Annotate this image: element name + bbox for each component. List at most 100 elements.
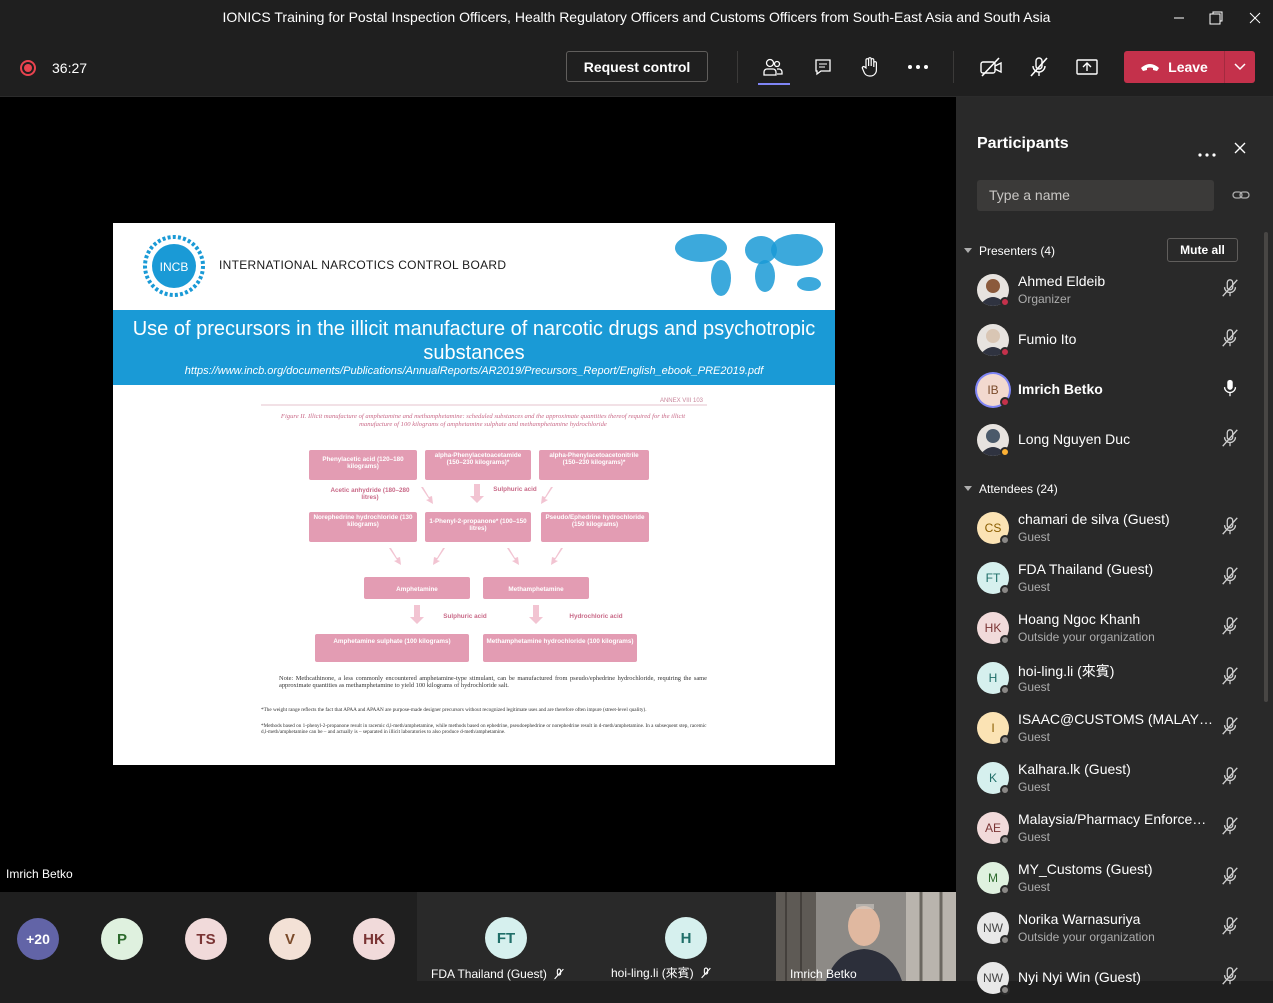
box-6-text: Pseudo/Ephedrine hydrochloride (150 kilo… <box>545 514 645 528</box>
box-3-text: alpha-Phenylacetoacetonitrile (150–230 k… <box>549 452 639 466</box>
presence-status-icon <box>1000 535 1010 545</box>
mic-muted-icon[interactable] <box>1220 966 1240 986</box>
mic-off-icon[interactable] <box>1024 53 1054 81</box>
box-2-text: alpha-Phenylacetoacetamide (150–230 kilo… <box>434 452 522 466</box>
presentation-slide: INCB INTERNATIONAL NARCOTICS CONTROL BOA… <box>113 223 835 765</box>
collapse-icon <box>964 486 972 491</box>
shared-screen-stage: INCB INTERNATIONAL NARCOTICS CONTROL BOA… <box>0 97 956 892</box>
incb-logo: INCB <box>143 235 205 297</box>
mute-all-button[interactable]: Mute all <box>1167 238 1238 262</box>
participant-name: Hoang Ngoc Khanh <box>1018 611 1141 627</box>
mic-muted-icon[interactable] <box>1220 766 1240 786</box>
maximize-icon[interactable] <box>1196 0 1236 36</box>
participant-name: Fumio Ito <box>1018 331 1077 347</box>
speaker-video-tile[interactable]: Imrich Betko <box>776 892 956 981</box>
participant-name: MY_Customs (Guest) <box>1018 861 1153 877</box>
mic-muted-icon[interactable] <box>1220 278 1240 298</box>
raise-hand-icon[interactable] <box>855 53 885 81</box>
footnote-2: *Methods based on 1-phenyl-2-propanone r… <box>261 723 707 735</box>
participant-name: Long Nguyen Duc <box>1018 431 1131 447</box>
box-5-text: 1-Phenyl-2-propanone* (100–150 litres) <box>429 518 527 532</box>
mic-muted-icon[interactable] <box>1220 866 1240 886</box>
attendee-row[interactable]: K Kalhara.lk (Guest) Guest <box>956 757 1256 803</box>
presenter-row[interactable]: IB Imrich Betko <box>956 369 1256 415</box>
participant-name: FDA Thailand (Guest) <box>1018 561 1154 577</box>
presence-status-icon <box>1000 447 1010 457</box>
leave-button[interactable]: Leave <box>1124 51 1255 83</box>
more-options-icon[interactable] <box>1198 144 1216 162</box>
participant-role: Guest <box>1018 530 1051 544</box>
world-map-graphic <box>675 234 823 296</box>
overflow-participants-button[interactable]: +20 <box>17 918 59 960</box>
attendee-row[interactable]: AE Malaysia/Pharmacy Enforcem... Guest <box>956 807 1256 853</box>
presenter-row[interactable]: Fumio Ito <box>956 319 1256 365</box>
attendee-row[interactable]: FT FDA Thailand (Guest) Guest <box>956 557 1256 603</box>
mic-muted-icon[interactable] <box>1220 616 1240 636</box>
mic-muted-icon[interactable] <box>1220 716 1240 736</box>
leave-dropdown-icon[interactable] <box>1224 51 1255 83</box>
mic-on-icon[interactable] <box>1220 378 1240 398</box>
meeting-timer: 36:27 <box>52 60 88 76</box>
share-link-icon[interactable] <box>1232 188 1250 207</box>
attendee-row[interactable]: CS chamari de silva (Guest) Guest <box>956 507 1256 553</box>
participant-search-input[interactable]: Type a name <box>977 180 1214 211</box>
participant-avatar[interactable]: P <box>101 918 143 960</box>
share-screen-icon[interactable] <box>1072 53 1102 81</box>
mic-muted-icon[interactable] <box>1220 428 1240 448</box>
box-10-text: Methamphetamine hydrochloride (100 kilog… <box>486 638 634 645</box>
mic-muted-icon[interactable] <box>1220 328 1240 348</box>
participant-name: Nyi Nyi Win (Guest) <box>1018 969 1141 985</box>
annex-text: ANNEX VIII 103 <box>660 398 704 404</box>
attendee-row[interactable]: M MY_Customs (Guest) Guest <box>956 857 1256 903</box>
attendee-row[interactable]: I ISAAC@CUSTOMS (MALAYSI... Guest <box>956 707 1256 753</box>
minimize-icon[interactable] <box>1159 0 1199 36</box>
attendee-row[interactable]: NW Norika Warnasuriya Outside your organiz… <box>956 907 1256 953</box>
request-control-button[interactable]: Request control <box>566 51 708 82</box>
presence-status-icon <box>1000 685 1010 695</box>
participant-avatar[interactable]: V <box>269 918 311 960</box>
camera-off-icon[interactable] <box>976 53 1006 81</box>
participants-panel: Participants Type a name Presenters (4) … <box>956 97 1273 995</box>
figure-caption: Figure II. Illicit manufacture of amphet… <box>280 413 686 428</box>
mic-muted-icon[interactable] <box>1220 916 1240 936</box>
recording-icon <box>20 60 36 76</box>
presence-status-icon <box>1000 635 1010 645</box>
presenters-section-header[interactable]: Presenters (4) <box>964 244 1055 258</box>
presenter-row[interactable]: Long Nguyen Duc <box>956 419 1256 465</box>
presenters-label: Presenters (4) <box>979 244 1056 258</box>
participant-role: Guest <box>1018 780 1051 794</box>
org-name: INTERNATIONAL NARCOTICS CONTROL BOARD <box>219 258 507 272</box>
mic-muted-icon[interactable] <box>1220 516 1240 536</box>
slide-header: INCB INTERNATIONAL NARCOTICS CONTROL BOA… <box>113 223 835 310</box>
participants-icon[interactable] <box>758 53 788 81</box>
leave-main[interactable]: Leave <box>1124 51 1224 83</box>
presence-status-icon <box>1000 985 1010 995</box>
tile-avatar: H <box>665 917 707 959</box>
hang-up-icon <box>1141 64 1160 71</box>
tile-name: Imrich Betko <box>790 967 857 981</box>
attendee-row[interactable]: HK Hoang Ngoc Khanh Outside your organizat… <box>956 607 1256 653</box>
presenter-row[interactable]: Ahmed Eldeib Organizer <box>956 269 1256 315</box>
divider <box>953 51 954 83</box>
label-sulphuric-acid-1: Sulphuric acid <box>493 486 537 493</box>
close-icon[interactable] <box>1235 0 1273 36</box>
participant-avatar[interactable]: HK <box>353 918 395 960</box>
box-1-text: Phenylacetic acid (120–180 kilograms) <box>322 456 404 470</box>
participant-avatar[interactable]: TS <box>185 918 227 960</box>
mic-muted-icon[interactable] <box>1220 666 1240 686</box>
panel-scrollbar[interactable] <box>1264 232 1268 702</box>
participant-role: Guest <box>1018 830 1051 844</box>
mic-muted-icon[interactable] <box>1220 816 1240 836</box>
mic-muted-icon[interactable] <box>1220 566 1240 586</box>
tile-name-text: FDA Thailand (Guest) <box>431 967 547 981</box>
close-panel-icon[interactable] <box>1234 141 1246 159</box>
attendee-row[interactable]: NW Nyi Nyi Win (Guest) <box>956 957 1256 1003</box>
collapse-icon <box>964 248 972 253</box>
attendee-row[interactable]: Hhoi-ling.li (來賓) Guest <box>956 657 1256 703</box>
participant-tile[interactable]: H hoi-ling.li (來賓) <box>597 892 777 981</box>
attendees-section-header[interactable]: Attendees (24) <box>964 482 1058 496</box>
divider <box>737 51 738 83</box>
participant-tile[interactable]: FT FDA Thailand (Guest) <box>417 892 597 981</box>
chat-icon[interactable] <box>808 53 838 81</box>
more-options-icon[interactable] <box>903 53 933 81</box>
